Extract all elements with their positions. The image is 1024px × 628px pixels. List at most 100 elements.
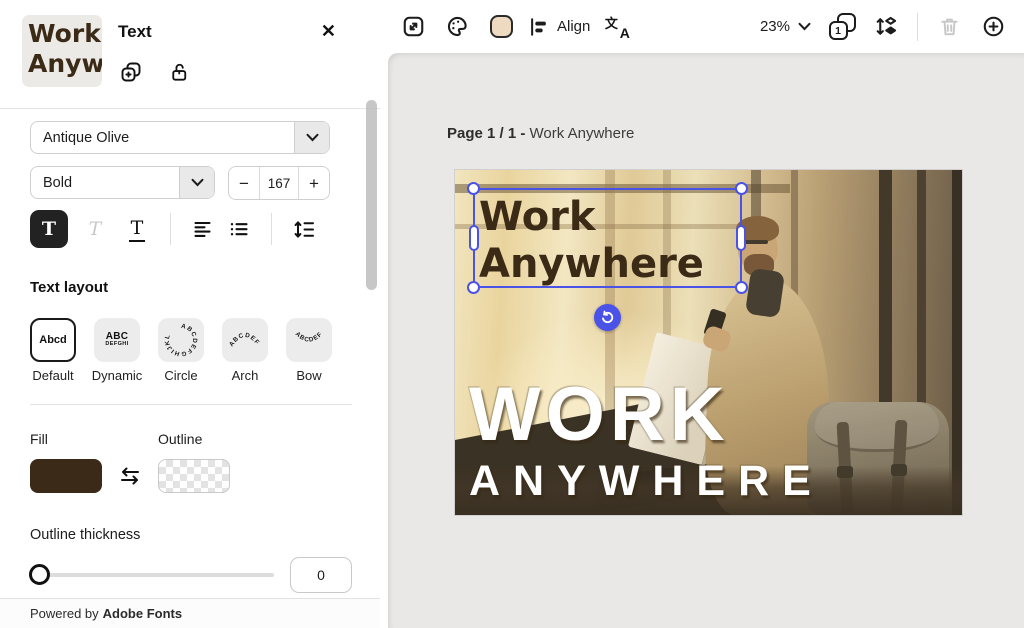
svg-text:ABCDEFG: ABCDEFG: [290, 321, 324, 344]
slider-knob[interactable]: [29, 564, 50, 585]
layout-label: Bow: [296, 368, 321, 383]
fill-color-swatch[interactable]: [30, 459, 102, 493]
divider: [917, 13, 918, 41]
image-headline: WORK ANYWHERE: [469, 377, 824, 503]
swap-fill-outline-button[interactable]: [118, 466, 142, 486]
trash-icon: [938, 15, 961, 38]
line-spacing-icon: [293, 218, 316, 241]
layout-label: Default: [32, 368, 73, 383]
reorder-pages-button[interactable]: [869, 10, 903, 44]
background-color-button[interactable]: [484, 10, 518, 44]
panel-scrollbar[interactable]: [366, 100, 377, 290]
swap-arrows-icon: [118, 466, 142, 486]
chevron-down-icon: [179, 167, 214, 198]
font-family-select[interactable]: Antique Olive: [30, 121, 330, 154]
font-size-stepper: − 167 +: [228, 166, 330, 200]
italic-button[interactable]: T: [76, 210, 114, 248]
color-palette-button[interactable]: [440, 10, 474, 44]
resize-handle-top-right[interactable]: [735, 182, 748, 195]
layout-option-dynamic[interactable]: ABC DEFGHI: [94, 318, 140, 362]
divider: [170, 213, 171, 245]
resize-handle-top-left[interactable]: [467, 182, 480, 195]
text-preview-thumbnail: Work Anyw: [22, 15, 102, 87]
panel-title: Text: [118, 22, 192, 42]
text-preview: Work Anyw: [28, 19, 100, 79]
layout-option-arch[interactable]: ABCDEFG: [222, 318, 268, 362]
arch-text-icon: ABCDEFG: [226, 321, 264, 359]
layout-option-bow[interactable]: ABCDEFG: [286, 318, 332, 362]
align-label: Align: [557, 18, 590, 35]
editor-area: Align 文 A 23% 1: [380, 0, 1024, 628]
outline-color-swatch[interactable]: [158, 459, 230, 493]
selected-text-element[interactable]: Work Anywhere: [479, 194, 704, 288]
resize-button[interactable]: [396, 10, 430, 44]
font-size-value[interactable]: 167: [259, 167, 299, 199]
outline-thickness-label: Outline thickness: [30, 527, 352, 543]
text-align-button[interactable]: [185, 211, 221, 247]
layout-option-default[interactable]: Abcd: [30, 318, 76, 362]
font-size-decrease-button[interactable]: −: [229, 167, 259, 199]
canvas-toolbar: Align 文 A 23% 1: [380, 0, 1024, 53]
background-color-swatch: [490, 15, 513, 38]
text-layout-heading: Text layout: [30, 279, 352, 296]
pages-icon: 1: [829, 13, 856, 40]
resize-handle-bottom-left[interactable]: [467, 281, 480, 294]
canvas-area[interactable]: Page 1 / 1 - Work Anywhere: [388, 53, 1024, 628]
panel-footer: Powered by Adobe Fonts: [0, 598, 380, 628]
delete-page-button[interactable]: [932, 10, 966, 44]
duplicate-icon: [119, 60, 143, 84]
adobe-fonts-link[interactable]: Adobe Fonts: [103, 606, 182, 621]
unlock-icon: [168, 61, 191, 84]
translate-button[interactable]: 文 A: [600, 10, 634, 44]
layout-option-circle[interactable]: ABCDEFGHIJKL: [158, 318, 204, 362]
zoom-control[interactable]: 23%: [756, 18, 815, 35]
chevron-down-icon: [294, 122, 329, 153]
bullet-list-icon: [228, 218, 250, 240]
resize-icon: [401, 14, 426, 39]
rotate-handle[interactable]: [594, 304, 621, 331]
layout-label: Circle: [164, 368, 197, 383]
divider: [30, 404, 352, 405]
align-icon: [528, 16, 550, 38]
design-page[interactable]: WORK ANYWHERE Work Anywhere: [455, 170, 962, 515]
chevron-down-icon: [798, 22, 811, 31]
outline-thickness-value[interactable]: 0: [290, 557, 352, 593]
underline-button[interactable]: T: [118, 210, 156, 248]
divider: [271, 213, 272, 245]
font-family-value: Antique Olive: [31, 130, 294, 146]
app-window: Work Anyw Text: [0, 0, 1024, 628]
svg-text:ABCDEFGHIJKL: ABCDEFGHIJKL: [164, 323, 198, 357]
layout-label: Arch: [232, 368, 259, 383]
bow-text-icon: ABCDEFG: [290, 321, 328, 359]
font-size-increase-button[interactable]: +: [299, 167, 329, 199]
resize-handle-middle-right[interactable]: [736, 225, 746, 251]
zoom-level: 23%: [760, 18, 790, 35]
plus-circle-icon: [981, 14, 1006, 39]
circle-text-icon: ABCDEFGHIJKL: [162, 321, 200, 359]
add-page-button[interactable]: [976, 10, 1010, 44]
pages-button[interactable]: 1: [825, 10, 859, 44]
palette-icon: [445, 14, 470, 39]
font-weight-select[interactable]: Bold: [30, 166, 215, 199]
resize-handle-middle-left[interactable]: [469, 225, 479, 251]
align-left-icon: [192, 218, 214, 240]
resize-handle-bottom-right[interactable]: [735, 281, 748, 294]
align-button[interactable]: Align: [528, 10, 590, 44]
duplicate-button[interactable]: [118, 59, 144, 85]
fill-label: Fill: [30, 431, 102, 447]
powered-by-text: Powered by: [30, 606, 99, 621]
bold-button[interactable]: T: [30, 210, 68, 248]
outline-label: Outline: [158, 431, 230, 447]
layout-label: Dynamic: [92, 368, 143, 383]
text-properties-panel: Work Anyw Text: [0, 0, 380, 628]
text-layout-options: Abcd Default ABC DEFGHI Dynamic: [30, 318, 352, 383]
svg-text:ABCDEFG: ABCDEFG: [226, 321, 261, 348]
close-panel-button[interactable]: ✕: [321, 22, 336, 40]
list-button[interactable]: [221, 211, 257, 247]
font-weight-value: Bold: [31, 175, 179, 191]
slider-track: [30, 573, 274, 577]
line-spacing-button[interactable]: [286, 211, 322, 247]
outline-thickness-slider[interactable]: [30, 564, 274, 586]
text-selection-box[interactable]: Work Anywhere: [473, 188, 742, 288]
unlock-button[interactable]: [166, 59, 192, 85]
